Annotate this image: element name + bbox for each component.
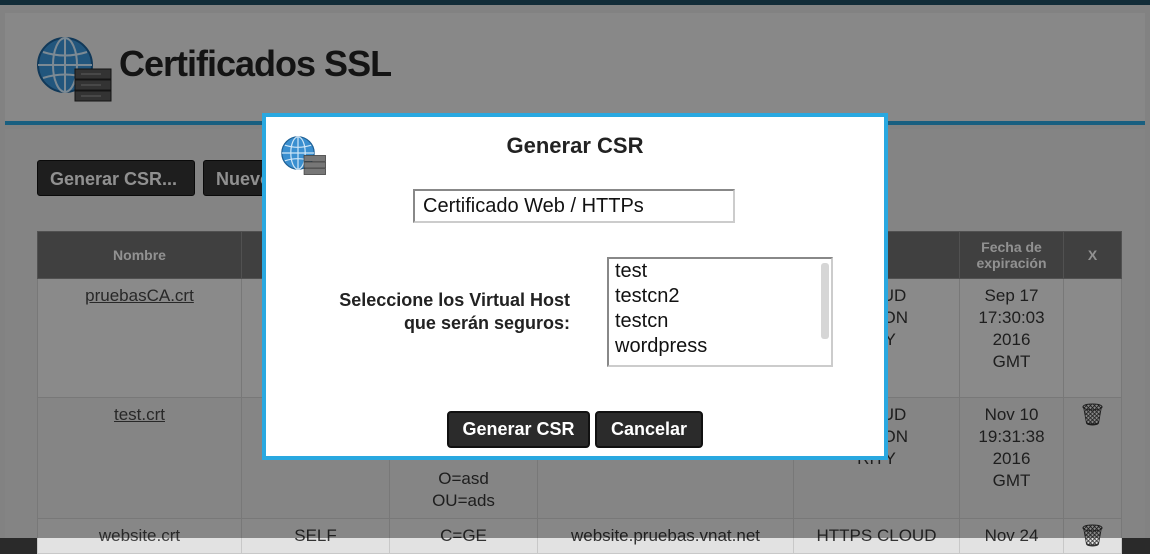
dialog-title: Generar CSR [506,133,644,158]
vhost-option[interactable]: testcn2 [609,284,831,309]
submit-generate-csr-button[interactable]: Generar CSR [447,411,590,448]
generate-csr-dialog: Generar CSR Seleccione los Virtual Host … [262,113,888,460]
vhost-label-line: Seleccione los Virtual Host [339,290,570,310]
vhost-option[interactable]: testcn [609,309,831,334]
cancel-button[interactable]: Cancelar [595,411,703,448]
listbox-scrollbar[interactable] [821,263,829,339]
vhost-option[interactable]: test [609,259,831,284]
vhost-label-line: que serán seguros: [403,313,570,333]
vhost-listbox[interactable]: test testcn2 testcn wordpress [607,257,833,367]
vhost-label: Seleccione los Virtual Host que serán se… [286,289,570,335]
csr-name-input[interactable] [413,189,735,223]
vhost-option[interactable]: wordpress [609,334,831,359]
